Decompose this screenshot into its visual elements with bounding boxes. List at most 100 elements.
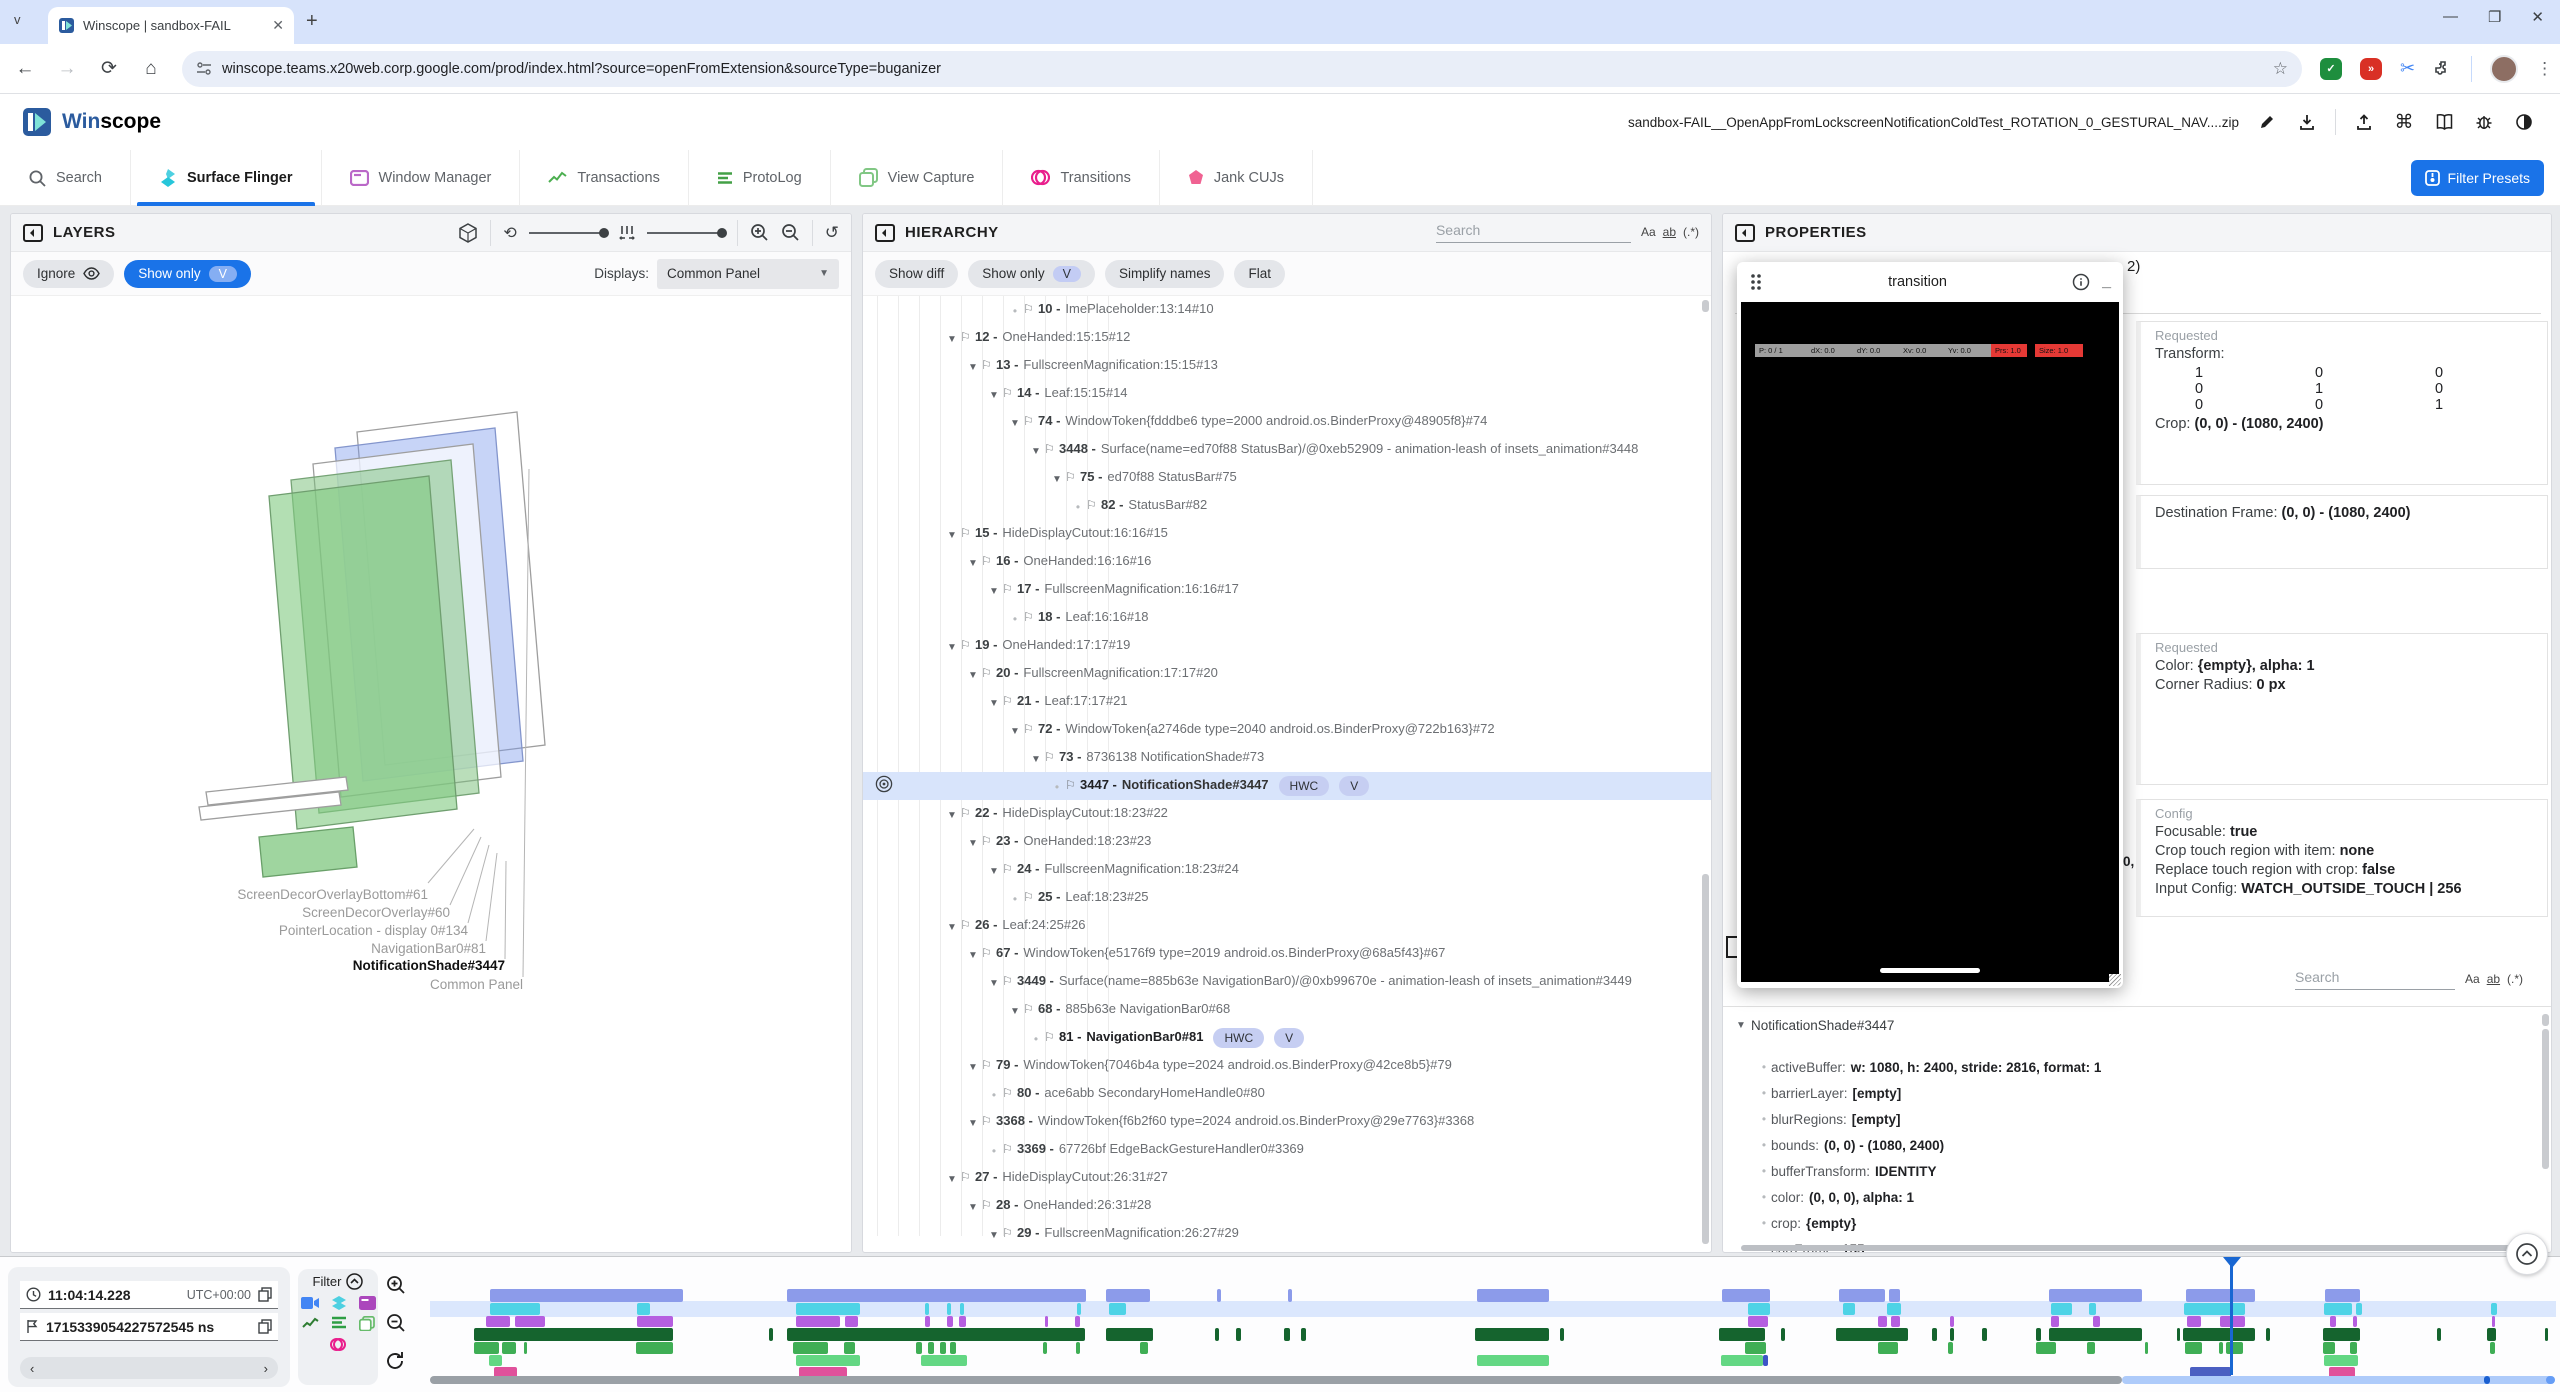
timeline-zoom-in-icon[interactable] [386,1275,406,1295]
expand-arrow-icon[interactable]: ▼ [944,802,960,826]
expand-arrow-icon[interactable]: ▼ [986,690,1002,714]
layer-label[interactable]: ScreenDecorOverlayBottom#61 [237,887,428,902]
pin-icon[interactable]: ⚐ [981,662,996,684]
pin-icon[interactable]: ⚐ [981,1194,996,1216]
view-capture-filter-icon[interactable] [359,1316,375,1331]
pin-icon[interactable]: ⚐ [1023,606,1038,628]
transition-window-titlebar[interactable]: transition _ [1737,262,2123,302]
reload-button[interactable]: ⟳ [92,52,126,86]
extensions-puzzle-icon[interactable] [2433,59,2453,79]
layer-label-selected[interactable]: NotificationShade#3447 [353,958,505,973]
property-tree-item[interactable]: •bounds:(0, 0) - (1080, 2400) [1757,1132,2552,1158]
expand-arrow-icon[interactable]: ▼ [965,830,981,854]
pin-icon[interactable]: ⚐ [960,326,975,348]
documentation-book-icon[interactable] [2432,110,2456,134]
expand-arrow-icon[interactable]: ▼ [986,970,1002,994]
pin-icon[interactable]: ⚐ [981,1110,996,1132]
expand-arrow-icon[interactable]: ▼ [965,1110,981,1134]
hierarchy-row[interactable]: •⚐25 -Leaf:18:23#25 [863,884,1711,912]
hierarchy-row[interactable]: •⚐30 -Leaf:26:27#30 [863,1248,1711,1252]
expand-arrow-icon[interactable]: ▼ [944,634,960,658]
minimize-window-icon[interactable]: _ [2102,273,2111,291]
expand-arrow-icon[interactable]: ▼ [986,1222,1002,1246]
expand-arrow-icon[interactable]: ▼ [965,1194,981,1218]
tab-search-chevron-icon[interactable]: v [14,12,21,27]
pin-icon[interactable]: ⚐ [981,942,996,964]
scrollbar-up-arrow[interactable] [1702,300,1709,312]
property-tree-item[interactable]: •barrierLayer:[empty] [1757,1080,2552,1106]
surface-flinger-filter-icon[interactable] [331,1296,347,1310]
report-bug-icon[interactable] [2472,110,2496,134]
trace-tab-protolog[interactable]: ProtoLog [689,150,831,206]
expand-arrow-icon[interactable]: ▼ [1007,998,1023,1022]
dark-mode-toggle-icon[interactable] [2512,110,2536,134]
expand-arrow-icon[interactable]: ▼ [986,382,1002,406]
window-restore-button[interactable]: ❐ [2488,8,2501,26]
hierarchy-row[interactable]: •⚐82 -StatusBar#82 [863,492,1711,520]
timeline-cursor[interactable] [2230,1261,2233,1375]
timeline-overview-dark-tick[interactable] [2484,1376,2490,1384]
screen-recording-filter-icon[interactable] [301,1296,319,1310]
hierarchy-row[interactable]: ▼⚐28 -OneHanded:26:31#28 [863,1192,1711,1220]
timeline-zoom-out-icon[interactable] [386,1313,406,1333]
copy-icon[interactable] [258,1319,272,1334]
new-tab-button[interactable]: + [306,10,318,33]
zoom-out-icon[interactable] [781,223,800,242]
pin-icon[interactable]: ⚐ [1023,298,1038,320]
window-close-button[interactable]: ✕ [2531,8,2544,26]
trace-tab-jank-cujs[interactable]: Jank CUJs [1160,150,1313,206]
pin-icon[interactable]: ⚐ [1065,774,1080,796]
transitions-filter-icon[interactable] [330,1337,346,1352]
property-tree-item[interactable]: •crop:{empty} [1757,1210,2552,1236]
hierarchy-row[interactable]: ▼⚐22 -HideDisplayCutout:18:23#22 [863,800,1711,828]
hierarchy-row[interactable]: ▼⚐15 -HideDisplayCutout:16:16#15 [863,520,1711,548]
info-icon[interactable] [2072,273,2090,291]
expand-arrow-icon[interactable]: ▼ [944,1166,960,1190]
pin-icon[interactable]: ⚐ [981,354,996,376]
resize-handle[interactable] [2109,974,2121,986]
hierarchy-row[interactable]: ▼⚐29 -FullscreenMagnification:26:27#29 [863,1220,1711,1248]
layer-label[interactable]: NavigationBar0#81 [371,941,486,956]
bookmark-star-icon[interactable]: ☆ [2273,59,2288,79]
browser-menu-icon[interactable]: ⋮ [2536,59,2553,79]
trace-tab-search[interactable]: Search [0,150,131,206]
pin-icon[interactable]: ⚐ [1065,466,1080,488]
scrollbar-up-arrow[interactable] [2542,1014,2549,1026]
url-bar[interactable]: winscope.teams.x20web.corp.google.com/pr… [182,51,2302,87]
pin-icon[interactable]: ⚐ [960,522,975,544]
trace-tab-window-manager[interactable]: Window Manager [322,150,521,206]
property-tree-item[interactable]: •activeBuffer:w: 1080, h: 2400, stride: … [1757,1054,2552,1080]
expand-arrow-icon[interactable]: ▼ [965,550,981,574]
pin-icon[interactable]: ⚐ [1023,410,1038,432]
layer-label[interactable]: Common Panel [430,977,523,992]
pin-icon[interactable]: ⚐ [1086,494,1101,516]
flat-chip[interactable]: Flat [1234,260,1285,288]
expand-arrow-icon[interactable]: ▼ [944,326,960,350]
spacing-slider[interactable] [647,232,725,234]
hierarchy-row[interactable]: ▼⚐67 -WindowToken{e5176f9 type=2019 andr… [863,940,1711,968]
timeline-overview-gray[interactable] [430,1376,2122,1384]
expand-arrow-icon[interactable]: ▼ [965,662,981,686]
protolog-filter-icon[interactable] [331,1316,347,1329]
expand-arrow-icon[interactable]: ▼ [1007,718,1023,742]
pin-icon[interactable]: ⚐ [1044,1026,1059,1048]
rotation-slider[interactable] [529,232,607,234]
hierarchy-row[interactable]: ▼⚐24 -FullscreenMagnification:18:23#24 [863,856,1711,884]
timeline-overview-handle[interactable] [2546,1376,2555,1384]
trace-tab-transactions[interactable]: Transactions [520,150,688,206]
hierarchy-row[interactable]: ▼⚐26 -Leaf:24:25#26 [863,912,1711,940]
property-tree-item[interactable]: •bufferTransform:IDENTITY [1757,1158,2552,1184]
pin-icon[interactable]: ⚐ [1002,1222,1017,1244]
zoom-in-icon[interactable] [750,223,769,242]
home-button[interactable]: ⌂ [134,52,168,86]
hierarchy-row[interactable]: ▼⚐21 -Leaf:17:17#21 [863,688,1711,716]
expand-arrow-icon[interactable]: ▼ [965,942,981,966]
upload-icon[interactable] [2352,110,2376,134]
profile-avatar[interactable] [2490,55,2518,83]
panel-collapse-icon[interactable] [23,223,43,243]
hierarchy-row[interactable]: ▼⚐12 -OneHanded:15:15#12 [863,324,1711,352]
hierarchy-row[interactable]: ▼⚐23 -OneHanded:18:23#23 [863,828,1711,856]
pin-icon[interactable]: ⚐ [1044,746,1059,768]
property-tree-item[interactable]: •color:(0, 0, 0), alpha: 1 [1757,1184,2552,1210]
timeline-reset-zoom-icon[interactable] [386,1351,406,1371]
